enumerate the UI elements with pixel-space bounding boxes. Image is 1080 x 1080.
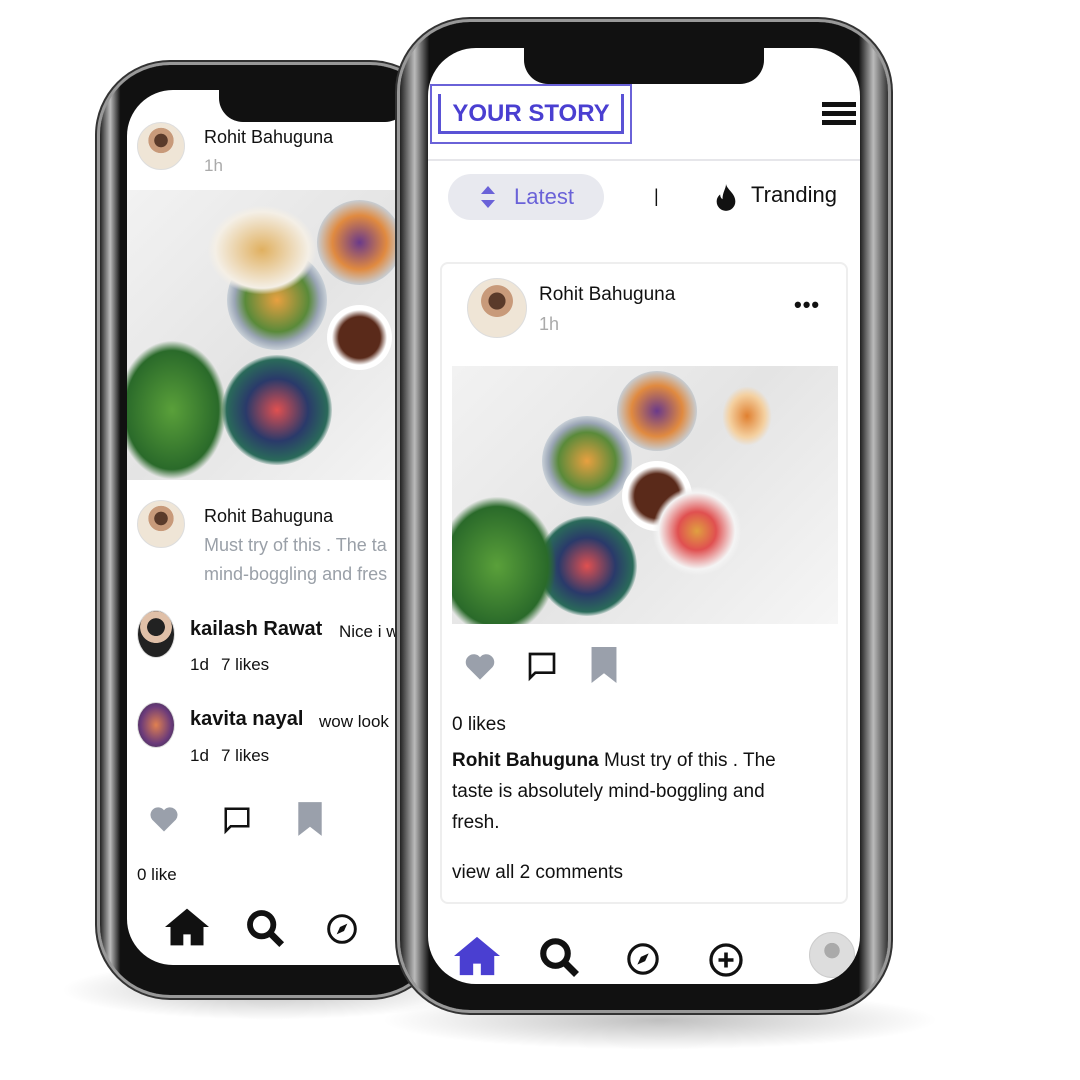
left-phone-screen: Rohit Bahuguna 1h Rohit Bahuguna Must tr… — [127, 90, 427, 965]
latest-filter-button[interactable]: Latest — [448, 174, 604, 220]
compass-icon[interactable] — [326, 913, 358, 945]
fire-icon[interactable] — [714, 184, 738, 212]
right-phone-frame: YOUR STORY Latest | Tranding Rohit Bahug… — [400, 22, 888, 1010]
likes-count: 0 like — [137, 865, 177, 884]
bookmark-icon[interactable] — [590, 647, 618, 683]
avatar[interactable] — [137, 702, 175, 748]
profile-avatar[interactable] — [809, 932, 855, 978]
comment-icon[interactable] — [222, 805, 252, 835]
post-author[interactable]: Rohit Bahuguna — [539, 284, 675, 306]
comment-text: Nice i w — [339, 622, 399, 641]
post-time: 1h — [204, 156, 223, 175]
comment-likes[interactable]: 7 likes — [221, 655, 269, 675]
post-time: 1h — [539, 314, 560, 334]
caption-line: Must try of this . The ta — [204, 535, 387, 555]
notch — [524, 48, 764, 84]
post-caption: Rohit Bahuguna Must try of this . The ta… — [452, 745, 802, 838]
avatar[interactable] — [137, 122, 185, 170]
heart-icon[interactable] — [149, 805, 179, 833]
compass-icon[interactable] — [626, 942, 660, 976]
sort-icon — [480, 186, 496, 208]
logo[interactable]: YOUR STORY — [430, 84, 632, 144]
search-icon[interactable] — [538, 936, 580, 978]
home-icon[interactable] — [454, 936, 500, 976]
more-options-icon[interactable]: ••• — [794, 292, 820, 318]
left-phone-frame: Rohit Bahuguna 1h Rohit Bahuguna Must tr… — [100, 65, 440, 995]
comment-icon[interactable] — [526, 650, 558, 682]
comment-author[interactable]: kailash Rawat — [190, 618, 322, 641]
heart-icon[interactable] — [464, 652, 496, 681]
notch — [219, 90, 409, 122]
latest-label: Latest — [514, 184, 574, 209]
comment-time: 1d — [190, 655, 209, 674]
comment-likes[interactable]: 7 likes — [221, 746, 269, 766]
right-phone-screen: YOUR STORY Latest | Tranding Rohit Bahug… — [428, 48, 860, 984]
hamburger-icon[interactable] — [822, 102, 856, 125]
avatar[interactable] — [137, 500, 185, 548]
post-author[interactable]: Rohit Bahuguna — [204, 127, 333, 148]
post-card: Rohit Bahuguna 1h ••• 0 likes Rohit Bahu… — [440, 262, 848, 904]
avatar[interactable] — [467, 278, 527, 338]
logo-text: YOUR STORY — [452, 100, 610, 127]
comment-author[interactable]: kavita nayal — [190, 708, 303, 731]
trending-filter[interactable]: Tranding — [751, 182, 837, 208]
comment-text: wow look — [319, 712, 389, 731]
comment-time: 1d — [190, 746, 209, 765]
avatar[interactable] — [137, 610, 175, 658]
caption-author[interactable]: Rohit Bahuguna — [452, 750, 599, 771]
likes-count: 0 likes — [452, 714, 506, 735]
plus-circle-icon[interactable] — [708, 942, 744, 978]
food-photo[interactable] — [452, 366, 838, 624]
home-icon[interactable] — [165, 908, 209, 946]
food-photo[interactable] — [127, 190, 427, 480]
caption-author[interactable]: Rohit Bahuguna — [204, 506, 333, 527]
header-divider — [428, 159, 860, 161]
search-icon[interactable] — [245, 908, 285, 948]
view-comments-link[interactable]: view all 2 comments — [452, 862, 623, 884]
bookmark-icon[interactable] — [297, 802, 323, 836]
caption-line: mind-boggling and fres — [204, 564, 388, 584]
filter-separator: | — [654, 186, 659, 206]
